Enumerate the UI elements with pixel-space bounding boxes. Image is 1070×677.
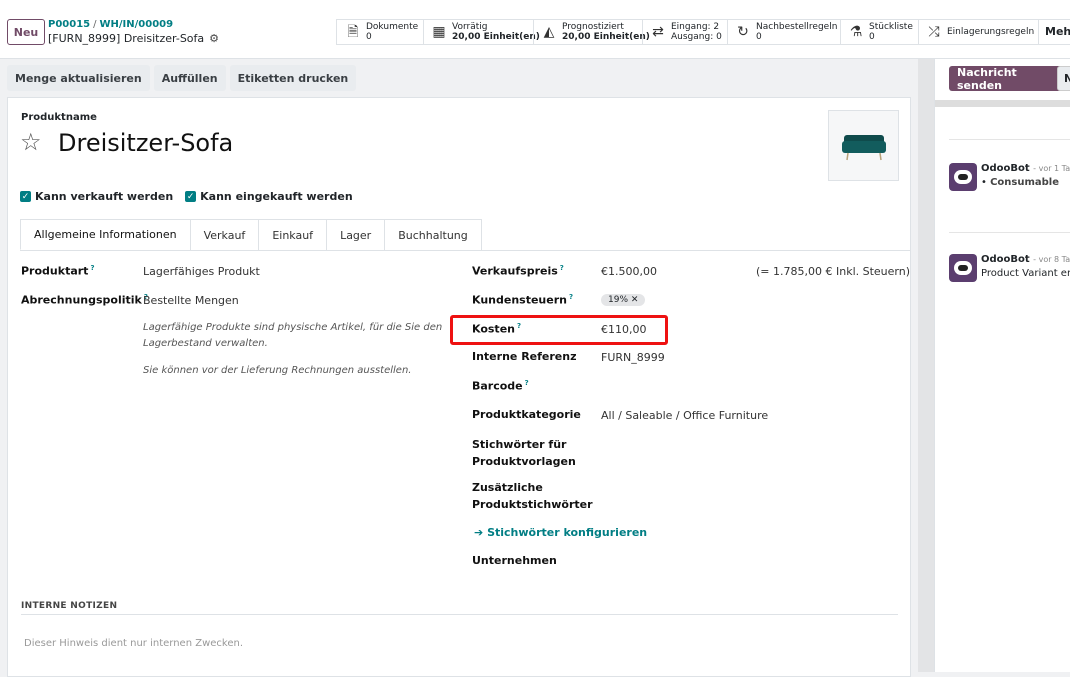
breadcrumb-item-receipt[interactable]: WH/IN/00009: [100, 19, 174, 30]
sale-ok-checkbox[interactable]: ✓ Kann verkauft werden: [20, 190, 173, 203]
smart-button-bom[interactable]: ⚗ Stückliste 0: [840, 19, 913, 45]
product-category-label: Produktkategorie: [472, 408, 581, 421]
chatter-message: OdooBot - vor 1 Ta • Consumable: [949, 163, 1070, 203]
invoice-policy-field[interactable]: Bestellte Mengen: [143, 294, 239, 307]
refresh-icon: ↻: [737, 24, 749, 40]
smart-button-documents[interactable]: 🗎 Dokumente 0: [338, 19, 418, 45]
internal-reference-label: Interne Referenz: [472, 350, 577, 363]
configure-tags-link[interactable]: ➔ Stichwörter konfigurieren: [474, 526, 647, 539]
checkbox-row: ✓ Kann verkauft werden ✓ Kann eingekauft w…: [20, 190, 353, 203]
invoice-policy-label: Abrechnungspolitik?: [21, 293, 148, 307]
control-panel: Neu P00015/WH/IN/00009 [FURN_8999] Dreis…: [0, 0, 1070, 59]
breadcrumb: P00015/WH/IN/00009: [48, 19, 173, 30]
internal-reference-field[interactable]: FURN_8999: [601, 351, 665, 364]
sales-price-incl-tax: (= 1.785,00 € Inkl. Steuern): [756, 265, 911, 278]
barcode-field[interactable]: [601, 379, 881, 393]
chatter-panel: Nachricht senden N OdooBot - vor 1 Ta • …: [934, 59, 1070, 672]
notes-divider: [21, 614, 898, 615]
message-body: • Consumable: [981, 177, 1060, 188]
tab-sales[interactable]: Verkauf: [189, 219, 260, 250]
avatar: [949, 254, 977, 282]
form-scrollbar[interactable]: [918, 59, 934, 672]
tab-inventory[interactable]: Lager: [326, 219, 386, 250]
notebook-tabs: Allgemeine Informationen Verkauf Einkauf…: [20, 219, 910, 251]
customer-taxes-field[interactable]: 19% ✕: [601, 292, 646, 306]
sofa-icon: [841, 134, 886, 160]
product-type-field[interactable]: Lagerfähiges Produkt: [143, 265, 260, 278]
internal-notes-field[interactable]: Dieser Hinweis dient nur internen Zwecke…: [24, 638, 243, 649]
avatar: [949, 163, 977, 191]
checkmark-icon: ✓: [185, 191, 197, 202]
action-buttons: Menge aktualisieren Auffüllen Etiketten …: [7, 65, 357, 91]
update-quantity-button[interactable]: Menge aktualisieren: [7, 65, 150, 91]
cubes-icon: ▦: [432, 24, 446, 40]
product-image[interactable]: [828, 110, 899, 181]
message-author: OdooBot - vor 1 Ta: [981, 163, 1070, 174]
document-icon: 🗎: [347, 24, 359, 40]
breadcrumb-separator: /: [93, 19, 97, 30]
sales-price-label: Verkaufspreis?: [472, 264, 564, 278]
smart-button-on-hand[interactable]: ▦ Vorrätig 20,00 Einheit(en): [423, 19, 540, 45]
replenish-button[interactable]: Auffüllen: [153, 65, 226, 91]
record-title-text: [FURN_8999] Dreisitzer-Sofa: [48, 32, 205, 45]
additional-product-tags-field[interactable]: [601, 479, 881, 493]
company-label: Unternehmen: [472, 554, 557, 567]
message-body: Product Variant er: [981, 268, 1070, 279]
flask-icon: ⚗: [849, 24, 863, 40]
product-template-tags-field[interactable]: [601, 436, 881, 450]
form-sheet: Produktname ☆ Dreisitzer-Sofa ✓ Kann verk…: [7, 97, 911, 677]
company-field[interactable]: [601, 554, 881, 568]
product-name-label: Produktname: [21, 112, 97, 123]
log-note-button[interactable]: N: [1057, 66, 1070, 91]
tab-general-information[interactable]: Allgemeine Informationen: [20, 219, 191, 250]
star-icon[interactable]: ☆: [20, 128, 42, 156]
smart-button-reordering-rules[interactable]: ↻ Nachbestellregeln 0: [727, 19, 837, 45]
chatter-scrollbar[interactable]: [935, 100, 1070, 107]
message-author: OdooBot - vor 8 Ta: [981, 254, 1070, 265]
area-chart-icon: ◭: [543, 24, 555, 40]
tab-accounting[interactable]: Buchhaltung: [384, 219, 482, 250]
chatter-divider: [949, 232, 1070, 233]
product-name-field[interactable]: Dreisitzer-Sofa: [58, 129, 233, 157]
internal-notes-heading: INTERNE NOTIZEN: [21, 601, 118, 611]
send-message-button[interactable]: Nachricht senden: [949, 66, 1070, 92]
breadcrumb-item-po[interactable]: P00015: [48, 19, 90, 30]
additional-product-tags-label: Zusätzliche Produktstichwörter: [472, 481, 593, 511]
product-template-tags-label: Stichwörter für Produktvorlagen: [472, 438, 576, 468]
smart-button-in-out[interactable]: ⇄ Eingang: 2 Ausgang: 0: [642, 19, 722, 45]
arrow-right-icon: ➔: [474, 526, 484, 539]
product-category-field[interactable]: All / Saleable / Office Furniture: [601, 409, 768, 422]
gear-icon[interactable]: ⚙: [209, 32, 219, 45]
close-icon[interactable]: ✕: [631, 295, 639, 305]
chatter-message: OdooBot - vor 8 Ta Product Variant er: [949, 254, 1070, 294]
cost-label: Kosten?: [472, 322, 522, 336]
customer-taxes-label: Kundensteuern?: [472, 293, 574, 307]
checkmark-icon: ✓: [20, 191, 31, 202]
purchase-ok-checkbox[interactable]: ✓ Kann eingekauft werden: [185, 190, 353, 203]
record-title: [FURN_8999] Dreisitzer-Sofa ⚙: [48, 32, 219, 45]
product-type-label: Produktart?: [21, 264, 95, 278]
barcode-label: Barcode?: [472, 379, 529, 393]
sales-price-field[interactable]: €1.500,00: [601, 265, 657, 278]
tax-tag: 19% ✕: [601, 294, 646, 306]
invoice-policy-help: Sie können vor der Lieferung Rechnungen …: [143, 365, 412, 376]
smart-button-forecast[interactable]: ◭ Prognostiziert 20,00 Einheit(en): [533, 19, 650, 45]
smart-button-putaway-rules[interactable]: ⤮ Einlagerungsregeln: [918, 19, 1034, 45]
product-type-help: Lagerfähige Produkte sind physische Arti…: [143, 322, 443, 349]
print-labels-button[interactable]: Etiketten drucken: [229, 65, 357, 91]
random-icon: ⤮: [928, 24, 940, 40]
cost-field[interactable]: €110,00: [601, 323, 647, 336]
tab-purchase[interactable]: Einkauf: [258, 219, 328, 250]
new-button[interactable]: Neu: [7, 19, 45, 45]
more-button[interactable]: Mehr: [1038, 19, 1070, 45]
exchange-icon: ⇄: [652, 24, 664, 40]
chatter-divider: [949, 139, 1070, 140]
